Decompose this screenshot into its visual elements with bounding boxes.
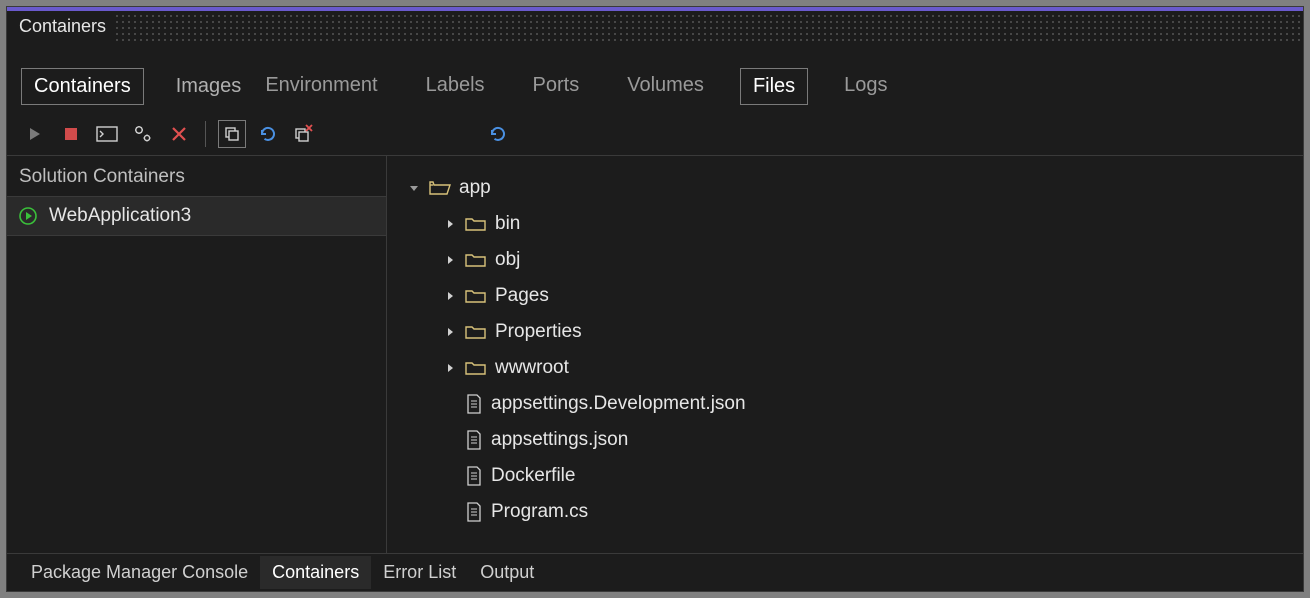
settings-button[interactable] bbox=[129, 120, 157, 148]
terminal-icon bbox=[96, 126, 118, 142]
tab-volumes[interactable]: Volumes bbox=[615, 68, 716, 105]
tree-folder[interactable]: Properties bbox=[397, 314, 1293, 350]
tree-folder-root[interactable]: app bbox=[397, 170, 1293, 206]
tab-ports[interactable]: Ports bbox=[521, 68, 592, 105]
remove-all-button[interactable] bbox=[290, 120, 318, 148]
running-indicator-icon bbox=[19, 207, 37, 225]
play-button[interactable] bbox=[21, 120, 49, 148]
folder-label: app bbox=[459, 177, 491, 199]
tree-file[interactable]: appsettings.Development.json bbox=[397, 386, 1293, 422]
folder-icon bbox=[465, 215, 487, 233]
panel-title-row: Containers bbox=[7, 11, 1303, 41]
remove-button[interactable] bbox=[165, 120, 193, 148]
bottom-tabs: Package Manager Console Containers Error… bbox=[7, 553, 1303, 591]
file-label: Dockerfile bbox=[491, 465, 575, 487]
folder-icon bbox=[465, 359, 487, 377]
tree-file[interactable]: Dockerfile bbox=[397, 458, 1293, 494]
panel-title: Containers bbox=[19, 16, 106, 37]
panel-drag-grip[interactable] bbox=[114, 11, 1303, 41]
expander-closed-icon[interactable] bbox=[443, 217, 457, 231]
container-list: WebApplication3 bbox=[7, 196, 386, 553]
file-label: Program.cs bbox=[491, 501, 588, 523]
tab-logs[interactable]: Logs bbox=[832, 68, 899, 105]
play-icon bbox=[27, 126, 43, 142]
tab-row: Containers Images Environment Labels Por… bbox=[21, 65, 1289, 107]
detail-tabs: Environment Labels Ports Volumes Files L… bbox=[253, 68, 899, 105]
file-tree-pane: app bin obj Pages Properties bbox=[387, 155, 1303, 553]
stop-button[interactable] bbox=[57, 120, 85, 148]
tree-folder[interactable]: obj bbox=[397, 242, 1293, 278]
tab-labels[interactable]: Labels bbox=[414, 68, 497, 105]
tab-containers-bottom[interactable]: Containers bbox=[260, 556, 371, 589]
scope-tabs: Containers Images bbox=[21, 68, 253, 105]
tab-environment[interactable]: Environment bbox=[253, 68, 389, 105]
tab-package-manager-console[interactable]: Package Manager Console bbox=[19, 556, 260, 589]
folder-label: Properties bbox=[495, 321, 582, 343]
expander-closed-icon[interactable] bbox=[443, 361, 457, 375]
files-refresh-button[interactable] bbox=[484, 120, 512, 148]
settings-gear-icon bbox=[133, 125, 153, 143]
copy-button[interactable] bbox=[218, 120, 246, 148]
section-label: Solution Containers bbox=[7, 156, 386, 196]
remove-all-icon bbox=[293, 124, 315, 144]
folder-label: bin bbox=[495, 213, 520, 235]
tree-folder[interactable]: bin bbox=[397, 206, 1293, 242]
expander-closed-icon[interactable] bbox=[443, 289, 457, 303]
copy-icon bbox=[223, 125, 241, 143]
tree-folder[interactable]: Pages bbox=[397, 278, 1293, 314]
tab-error-list[interactable]: Error List bbox=[371, 556, 468, 589]
folder-icon bbox=[465, 251, 487, 269]
tab-files[interactable]: Files bbox=[740, 68, 808, 105]
container-name: WebApplication3 bbox=[49, 205, 191, 227]
folder-open-icon bbox=[429, 179, 451, 197]
folder-label: wwwroot bbox=[495, 357, 569, 379]
terminal-button[interactable] bbox=[93, 120, 121, 148]
refresh-icon bbox=[488, 124, 508, 144]
containers-panel: Containers Containers Images Environment… bbox=[6, 6, 1304, 592]
folder-label: Pages bbox=[495, 285, 549, 307]
tab-output[interactable]: Output bbox=[468, 556, 546, 589]
container-item[interactable]: WebApplication3 bbox=[7, 196, 386, 236]
file-icon bbox=[465, 466, 483, 486]
stop-icon bbox=[64, 127, 78, 141]
file-icon bbox=[465, 430, 483, 450]
folder-icon bbox=[465, 323, 487, 341]
tree-file[interactable]: appsettings.json bbox=[397, 422, 1293, 458]
folder-icon bbox=[465, 287, 487, 305]
folder-label: obj bbox=[495, 249, 520, 271]
tab-containers[interactable]: Containers bbox=[21, 68, 144, 105]
expander-open-icon[interactable] bbox=[407, 181, 421, 195]
file-icon bbox=[465, 394, 483, 414]
remove-x-icon bbox=[170, 125, 188, 143]
left-pane: Solution Containers WebApplication3 bbox=[7, 155, 387, 553]
body-split: Solution Containers WebApplication3 bbox=[7, 155, 1303, 553]
toolbar bbox=[21, 115, 1289, 153]
expander-closed-icon[interactable] bbox=[443, 325, 457, 339]
tab-images[interactable]: Images bbox=[164, 69, 254, 104]
refresh-icon bbox=[258, 124, 278, 144]
toolbar-separator bbox=[205, 121, 206, 147]
tree-folder[interactable]: wwwroot bbox=[397, 350, 1293, 386]
file-label: appsettings.Development.json bbox=[491, 393, 746, 415]
file-icon bbox=[465, 502, 483, 522]
file-label: appsettings.json bbox=[491, 429, 628, 451]
expander-closed-icon[interactable] bbox=[443, 253, 457, 267]
tree-file[interactable]: Program.cs bbox=[397, 494, 1293, 530]
refresh-button[interactable] bbox=[254, 120, 282, 148]
